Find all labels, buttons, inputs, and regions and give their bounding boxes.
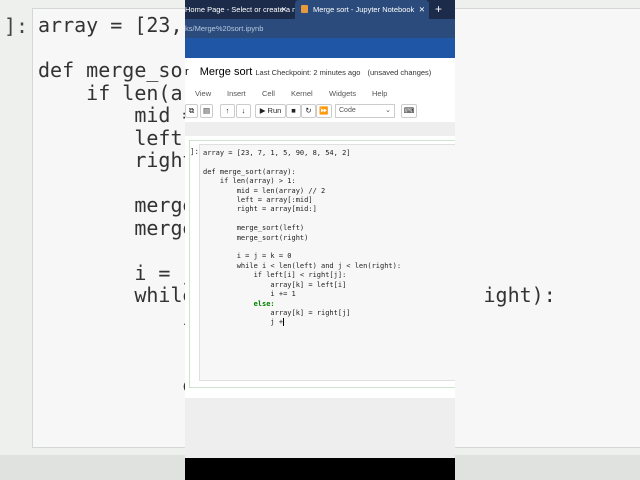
title-row: r Merge sort Last Checkpoint: 2 minutes … <box>185 62 431 82</box>
code-line-text: array[k] = left[i] <box>203 280 347 289</box>
arrow-down-icon: ↓ <box>241 106 246 115</box>
code-line: array[k] = left[i] <box>203 281 401 290</box>
code-line: if len(array) > 1: <box>203 177 401 186</box>
copy-button[interactable]: ⧉ <box>185 104 198 118</box>
code-line: right = array[mid:] <box>203 205 401 214</box>
menu-cell[interactable]: Cell <box>262 89 275 98</box>
keyboard-button[interactable]: ⌨ <box>401 104 417 118</box>
tab-label: Home Page - Select or create a notebook <box>185 5 295 14</box>
code-line-text: else: <box>203 299 275 308</box>
code-line-text: mid = len(array) // 2 <box>203 186 326 195</box>
menu-kernel[interactable]: Kernel <box>291 89 313 98</box>
code-line: if left[i] < right[j]: <box>203 271 401 280</box>
code-cell[interactable]: ]: array = [23, 7, 1, 5, 90, 8, 54, 2] d… <box>189 140 455 388</box>
menu-widgets[interactable]: Widgets <box>329 89 356 98</box>
background-prompt: ]: <box>4 14 29 38</box>
fast-forward-button[interactable]: ⏩ <box>316 104 332 118</box>
toolbar: ⧉ ▤ ↑ ↓ ▶ Run ■ ↻ ⏩ Code ⌄ ⌨ <box>185 102 455 120</box>
code-text[interactable]: array = [23, 7, 1, 5, 90, 8, 54, 2] def … <box>203 149 401 328</box>
cell-type-select[interactable]: Code ⌄ <box>335 104 395 118</box>
code-line-text: if left[i] < right[j]: <box>203 271 347 280</box>
code-line: left = array[:mid] <box>203 196 401 205</box>
close-icon[interactable]: ✕ <box>419 0 425 19</box>
code-line-text: i += 1 <box>203 290 296 299</box>
code-line-text: if len(array) > 1: <box>203 177 296 186</box>
code-line-text: def merge_sort(array): <box>203 167 296 176</box>
code-line-text: array[k] = right[j] <box>203 308 351 317</box>
tab-label: Merge sort - Jupyter Notebook <box>313 5 415 14</box>
menu-view[interactable]: View <box>195 89 211 98</box>
stop-button[interactable]: ■ <box>286 104 301 118</box>
run-label: Run <box>267 106 282 115</box>
code-line: else: <box>203 300 401 309</box>
logo-fragment: r <box>185 66 189 78</box>
restart-icon: ↻ <box>305 106 312 115</box>
code-line-text: merge_sort(left) <box>203 224 305 233</box>
address-bar[interactable]: ks/Merge%20sort.ipynb <box>185 19 455 38</box>
tab-bar: Home Page - Select or create a notebook✕… <box>185 0 455 19</box>
tab-home[interactable]: Home Page - Select or create a notebook✕ <box>185 0 295 19</box>
restart-button[interactable]: ↻ <box>301 104 316 118</box>
code-line: i += 1 <box>203 290 401 299</box>
browser-window: Home Page - Select or create a notebook✕… <box>185 0 455 458</box>
run-button[interactable]: ▶ Run <box>255 104 286 118</box>
close-icon[interactable]: ✕ <box>281 0 287 19</box>
save-status: (unsaved changes) <box>367 68 432 77</box>
code-line: array[k] = right[j] <box>203 309 401 318</box>
keyboard-icon: ⌨ <box>403 106 415 115</box>
code-editor[interactable]: array = [23, 7, 1, 5, 90, 8, 54, 2] def … <box>199 144 455 381</box>
code-line-text: left = array[:mid] <box>203 196 313 205</box>
text-cursor <box>283 318 285 327</box>
code-line-text: j + <box>203 318 284 327</box>
chevron-down-icon: ⌄ <box>385 107 391 114</box>
copy-icon: ⧉ <box>188 106 195 115</box>
move-up-button[interactable]: ↑ <box>220 104 235 118</box>
code-line-text: while i < len(left) and j < len(right): <box>203 261 402 270</box>
stop-icon: ■ <box>291 106 296 115</box>
notebook-gap <box>185 122 455 136</box>
cell-prompt: ]: <box>190 147 200 156</box>
fast-forward-icon: ⏩ <box>319 106 329 115</box>
notebook-title[interactable]: Merge sort <box>200 66 253 78</box>
code-line-text: i = j = k = 0 <box>203 252 292 261</box>
cell-type-value: Code <box>339 107 356 114</box>
tab-merge-sort[interactable]: Merge sort - Jupyter Notebook ✕ <box>295 0 429 19</box>
paste-icon: ▤ <box>202 106 211 115</box>
code-line: merge_sort(right) <box>203 234 401 243</box>
code-line: i = j = k = 0 <box>203 252 401 261</box>
code-line-text: right = array[mid:] <box>203 205 317 214</box>
code-line-text: if <box>38 305 207 330</box>
code-line-text: merge_sort(right) <box>203 233 309 242</box>
black-bar <box>185 458 455 480</box>
code-line: j + <box>203 318 401 327</box>
menu-insert[interactable]: Insert <box>227 89 246 98</box>
code-line: merge_sort(left) <box>203 224 401 233</box>
code-line-text: array = [23, 7, 1, 5, 90, 8, 54, 2] <box>203 149 351 157</box>
code-line-text: left = <box>38 125 207 150</box>
jupyter-header <box>185 38 455 58</box>
code-line: array = [23, 7, 1, 5, 90, 8, 54, 2] <box>203 149 401 158</box>
notebook-icon <box>301 5 308 13</box>
code-line: def merge_sort(array): <box>203 168 401 177</box>
code-line: while i < len(left) and j < len(right): <box>203 262 401 271</box>
play-icon: ▶ <box>259 106 268 115</box>
checkpoint: Last Checkpoint: 2 minutes ago <box>255 68 361 77</box>
new-tab-button[interactable]: + <box>435 0 442 19</box>
move-down-button[interactable]: ↓ <box>236 104 251 118</box>
paste-button[interactable]: ▤ <box>200 104 213 118</box>
code-line: mid = len(array) // 2 <box>203 187 401 196</box>
notebook: r Merge sort Last Checkpoint: 2 minutes … <box>185 58 455 398</box>
menu-help[interactable]: Help <box>372 89 387 98</box>
arrow-up-icon: ↑ <box>225 106 230 115</box>
menu-bar: View Insert Cell Kernel Widgets Help <box>185 86 455 102</box>
